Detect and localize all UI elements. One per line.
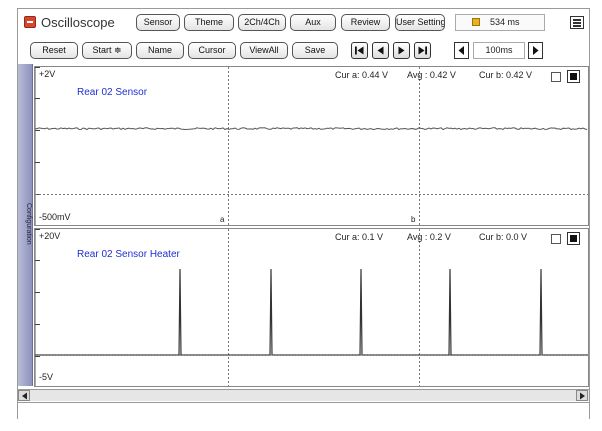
- cursor-button[interactable]: Cursor: [188, 42, 236, 59]
- channel-1-panel[interactable]: +2V Rear 02 Sensor Cur a: 0.44 V Avg : 0…: [34, 66, 589, 226]
- step-forward-icon[interactable]: [393, 42, 410, 59]
- save-button[interactable]: Save: [292, 42, 338, 59]
- aux-button[interactable]: Aux: [290, 14, 336, 31]
- control-toolbar: Reset Start ≑ Name Cursor ViewAll Save 1…: [18, 36, 589, 64]
- channel-1-toggle[interactable]: [567, 70, 580, 83]
- channel-count-button[interactable]: 2Ch/4Ch: [238, 14, 286, 31]
- channel-1-checkbox[interactable]: [551, 72, 561, 82]
- channel-1-signal-trace: [35, 127, 588, 131]
- time-value: 534 ms: [490, 17, 520, 27]
- app-title: Oscilloscope: [41, 15, 115, 30]
- theme-button[interactable]: Theme: [184, 14, 234, 31]
- channel-2-avg: Avg : 0.2 V: [407, 232, 451, 242]
- configuration-sidebar[interactable]: Configuration: [18, 64, 33, 386]
- hamburger-menu-icon[interactable]: [570, 16, 584, 29]
- view-all-button[interactable]: ViewAll: [240, 42, 288, 59]
- skip-first-icon[interactable]: [351, 42, 368, 59]
- channel-2-toggle[interactable]: [567, 232, 580, 245]
- channel-1-cursor-a: Cur a: 0.44 V: [335, 70, 389, 80]
- channel-2-name[interactable]: Rear 02 Sensor Heater: [77, 249, 180, 260]
- user-setting-button[interactable]: User Setting: [395, 14, 445, 31]
- channel-2-y-min: -5V: [39, 372, 54, 382]
- scroll-right-icon[interactable]: [576, 390, 588, 401]
- time-display: 534 ms: [455, 14, 545, 31]
- step-back-icon[interactable]: [372, 42, 389, 59]
- sensor-button[interactable]: Sensor: [136, 14, 180, 31]
- channel-2-cursor-b: Cur b: 0.0 V: [479, 232, 528, 242]
- channel-1-name[interactable]: Rear 02 Sensor: [77, 87, 147, 98]
- cursor-b-marker[interactable]: b: [411, 215, 415, 224]
- app-close-icon[interactable]: [24, 16, 36, 28]
- status-bar: [18, 402, 589, 419]
- interval-value[interactable]: 100ms: [473, 42, 525, 59]
- channel-1-y-min: -500mV: [39, 212, 71, 222]
- channel-2-y-max: +20V: [39, 231, 61, 241]
- channel-1-cursor-b: Cur b: 0.42 V: [479, 70, 533, 80]
- channel-2-panel[interactable]: +20V Rear 02 Sensor Heater Cur a: 0.1 V …: [34, 228, 589, 387]
- name-button[interactable]: Name: [136, 42, 184, 59]
- channel-2-cursor-a: Cur a: 0.1 V: [335, 232, 384, 242]
- channel-1-avg: Avg : 0.42 V: [407, 70, 456, 80]
- sidebar-label: Configuration: [25, 203, 32, 245]
- timer-icon: [472, 18, 480, 26]
- horizontal-scrollbar[interactable]: [18, 389, 589, 401]
- interval-increase-icon[interactable]: [528, 42, 543, 59]
- review-button[interactable]: Review: [341, 14, 390, 31]
- cursor-a-marker[interactable]: a: [220, 215, 224, 224]
- main-toolbar: Oscilloscope Sensor Theme 2Ch/4Ch Aux Re…: [18, 9, 589, 36]
- reset-button[interactable]: Reset: [30, 42, 78, 59]
- channel-1-y-max: +2V: [39, 69, 56, 79]
- oscilloscope-window: Oscilloscope Sensor Theme 2Ch/4Ch Aux Re…: [17, 8, 590, 419]
- skip-last-icon[interactable]: [414, 42, 431, 59]
- scroll-left-icon[interactable]: [18, 390, 30, 401]
- channel-2-checkbox[interactable]: [551, 234, 561, 244]
- start-button[interactable]: Start ≑: [82, 42, 132, 59]
- channel-2-signal-trace: [35, 268, 588, 356]
- interval-decrease-icon[interactable]: [454, 42, 469, 59]
